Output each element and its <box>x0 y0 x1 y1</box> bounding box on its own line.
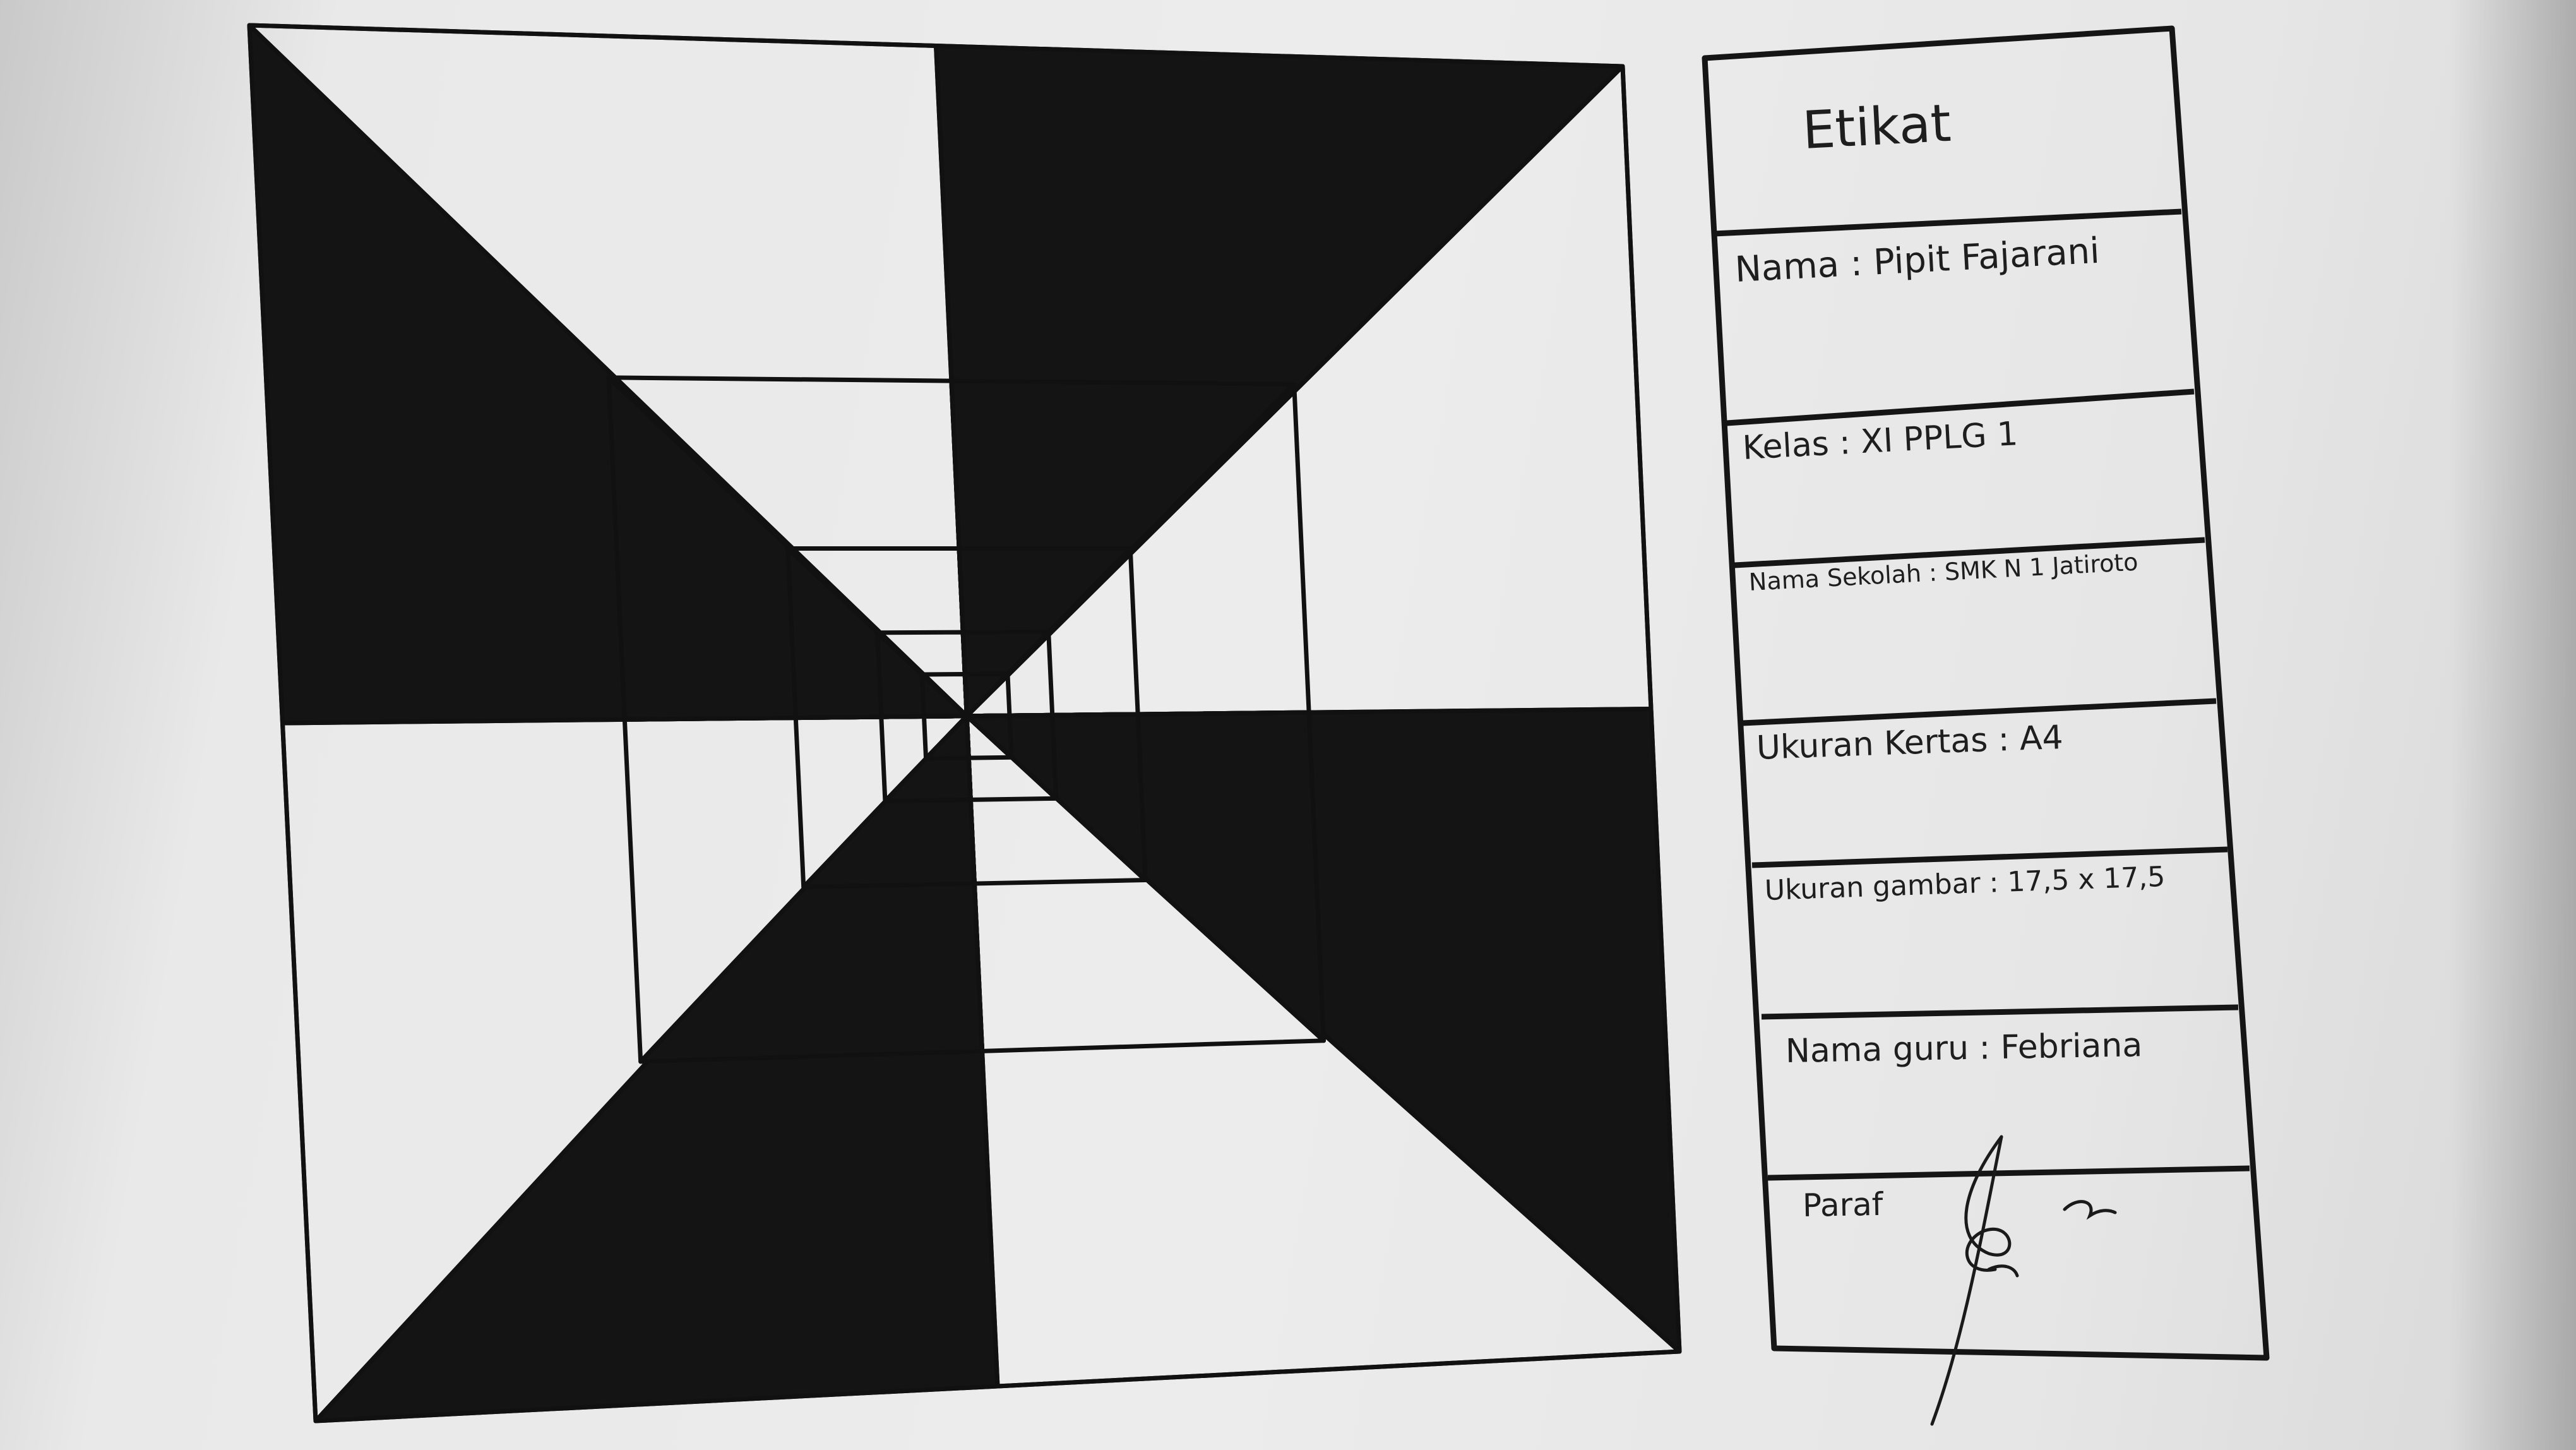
etiket-divider-4 <box>1742 698 2217 726</box>
paraf-signature <box>1930 1135 2117 1426</box>
etiket-divider-6 <box>1761 1004 2239 1020</box>
etiket-title: Etikat <box>1801 93 1953 161</box>
etiket-divider-7 <box>1767 1165 2250 1181</box>
drawing <box>247 23 2270 1426</box>
etiket-nama-guru: Nama guru : Febriana <box>1785 1026 2143 1070</box>
etiket-divider-1 <box>1714 208 2182 237</box>
geometric-triangle-pattern <box>247 23 1682 1423</box>
etiket-paraf: Paraf <box>1802 1185 1883 1224</box>
